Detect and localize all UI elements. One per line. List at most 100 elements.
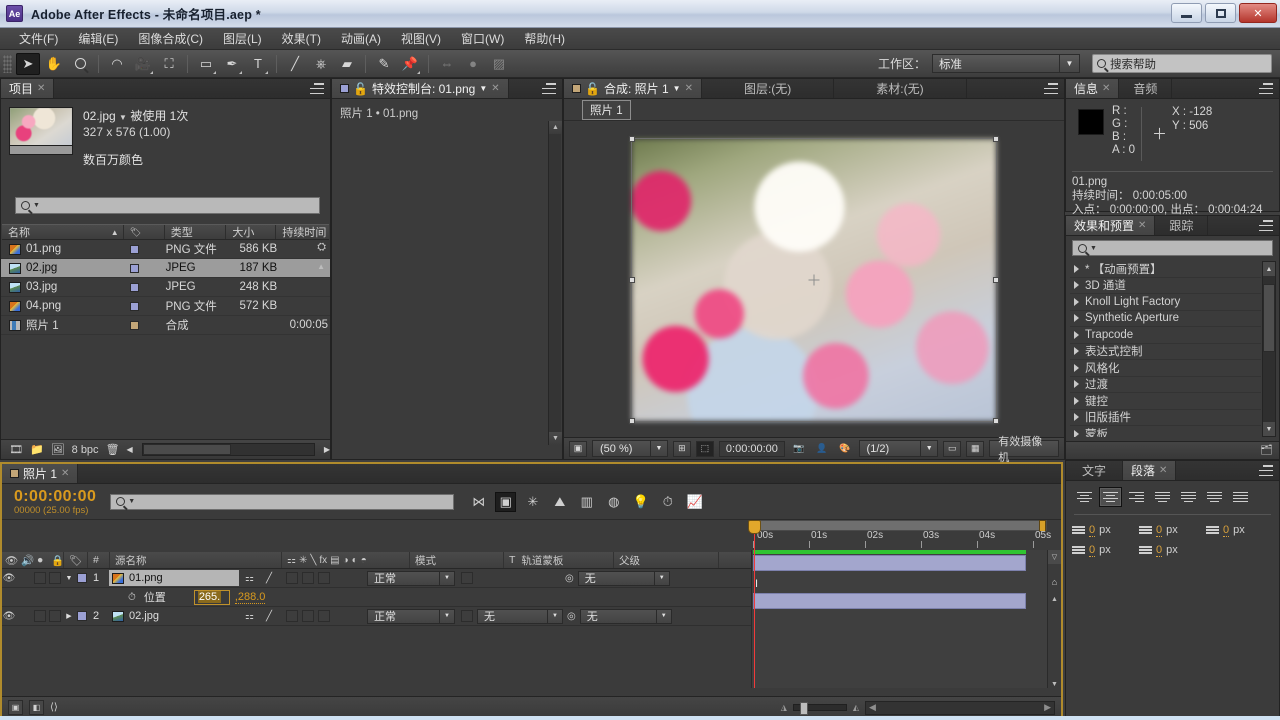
table-row[interactable]: 02.jpg JPEG 187 KB	[1, 259, 330, 278]
close-icon[interactable]: ✕	[37, 83, 45, 94]
align-left-button[interactable]	[1073, 487, 1096, 507]
chevron-right-icon[interactable]	[1074, 347, 1079, 356]
close-icon[interactable]: ✕	[491, 83, 499, 94]
scroll-up-icon[interactable]: ▲	[549, 121, 562, 134]
pen-tool-icon[interactable]: ✒	[220, 53, 244, 75]
zoom-in-icon[interactable]: ◭	[853, 703, 859, 712]
chevron-right-icon[interactable]	[1074, 363, 1079, 372]
scroll-down-icon[interactable]: ▼	[549, 432, 562, 445]
column-size[interactable]: 大小	[226, 225, 277, 239]
resize-handle-r[interactable]	[993, 276, 999, 283]
column-duration[interactable]: 持续时间	[276, 225, 329, 239]
new-footage-icon[interactable]: 🖼	[51, 443, 65, 456]
video-toggle-icon[interactable]: 👁	[2, 573, 16, 584]
column-label-swatch[interactable]: 🏷	[124, 225, 165, 239]
three-d-switch[interactable]	[318, 610, 330, 622]
panel-menu-icon[interactable]	[310, 83, 324, 94]
maximize-button[interactable]	[1205, 3, 1236, 23]
layer-clip-bar[interactable]	[753, 593, 1026, 609]
panel-menu-icon[interactable]	[1259, 220, 1273, 231]
effects-tree[interactable]: * 【动画预置】 3D 通道 Knoll Light Factory Synth…	[1070, 261, 1261, 437]
effects-search-input[interactable]: ▼	[1072, 240, 1273, 256]
selection-tool-icon[interactable]: ➤	[16, 52, 40, 75]
list-item[interactable]: Trapcode	[1070, 327, 1261, 344]
indent-first-line-field[interactable]: 0 px	[1205, 521, 1273, 539]
table-row[interactable]: 01.png PNG 文件 586 KB	[1, 240, 330, 259]
tab-paragraph[interactable]: 段落 ✕	[1123, 461, 1177, 480]
position-y-value[interactable]: ,288.0	[234, 591, 266, 604]
label-swatch[interactable]	[130, 320, 140, 330]
panel-menu-icon[interactable]	[1259, 83, 1273, 94]
menu-effect[interactable]: 效果(T)	[273, 27, 330, 50]
new-folder-icon[interactable]: 🗂	[1260, 445, 1273, 456]
list-item[interactable]: 表达式控制	[1070, 344, 1261, 360]
lock-icon[interactable]: 🔓	[585, 82, 600, 96]
resolution-select[interactable]: (1/2) ▼	[858, 440, 939, 457]
mode-select[interactable]: 正常 ▼	[367, 570, 455, 586]
layer-property-row[interactable]: ⏱ 位置 265. ,288.0	[2, 588, 751, 607]
chevron-down-icon[interactable]: ▼	[479, 84, 487, 93]
anchor-point-icon[interactable]	[808, 274, 820, 285]
tab-composition[interactable]: 🔓 合成: 照片 1 ▼ ✕	[564, 79, 702, 98]
puppet-pin-tool-icon[interactable]: 📌	[398, 53, 422, 75]
tab-effect-controls[interactable]: 🔓 特效控制台: 01.png ▼ ✕	[332, 79, 509, 98]
indent-left-field[interactable]: 0 px	[1072, 521, 1139, 539]
resize-handle-br[interactable]	[993, 417, 999, 424]
column-name[interactable]: 名称 ▲	[2, 225, 124, 239]
mode-header[interactable]: 模式	[410, 552, 504, 568]
menu-file[interactable]: 文件(F)	[10, 27, 67, 50]
scroll-up-icon[interactable]: ▲	[1048, 596, 1061, 603]
graph-editor-icon[interactable]: 📈	[684, 492, 705, 512]
roto-brush-tool-icon[interactable]: ✎	[372, 53, 396, 75]
chevron-down-icon[interactable]: ▼	[33, 202, 40, 209]
chevron-right-icon[interactable]	[1074, 380, 1079, 389]
work-area-bar[interactable]	[751, 520, 1047, 533]
color-depth-label[interactable]: 8 bpc	[72, 444, 99, 456]
space-before-field[interactable]: 0 px	[1072, 541, 1139, 559]
menu-animation[interactable]: 动画(A)	[332, 27, 390, 50]
timeline-search-input[interactable]: ▼	[110, 493, 455, 510]
close-icon[interactable]: ✕	[1138, 220, 1146, 231]
comp-render-toggle-icon[interactable]: ◧	[29, 700, 44, 715]
effects-scrollbar[interactable]: ▲ ▼	[1262, 261, 1276, 437]
close-icon[interactable]: ✕	[1102, 83, 1110, 94]
close-icon[interactable]: ✕	[685, 83, 693, 94]
chevron-right-icon[interactable]	[1074, 413, 1079, 422]
chevron-down-icon[interactable]: ▼	[128, 498, 135, 505]
layer-name-cell[interactable]: 02.jpg	[109, 608, 239, 624]
scroll-up-icon[interactable]: ▲	[317, 262, 325, 271]
menu-window[interactable]: 窗口(W)	[452, 27, 513, 50]
list-item[interactable]: 过渡	[1070, 377, 1261, 393]
show-snapshot-icon[interactable]: 👤	[813, 441, 831, 457]
chevron-down-icon[interactable]: ▼	[119, 113, 127, 122]
auto-keyframe-icon[interactable]: ⏱	[657, 492, 678, 512]
collapse-transformations-icon[interactable]: ⛰	[549, 492, 570, 512]
active-camera-select[interactable]: 有效摄像机	[989, 436, 1059, 464]
menu-layer[interactable]: 图层(L)	[214, 27, 271, 50]
resize-handle-tl[interactable]	[629, 135, 635, 142]
align-center-button[interactable]	[1099, 487, 1122, 507]
justify-last-center-button[interactable]	[1177, 487, 1200, 507]
resize-handle-bl[interactable]	[629, 417, 635, 424]
composition-mini-flowchart-icon[interactable]: ⋈	[468, 492, 489, 512]
list-item[interactable]: 键控	[1070, 393, 1261, 410]
composition-viewer[interactable]	[564, 122, 1064, 437]
resize-handle-l[interactable]	[629, 276, 635, 283]
table-row[interactable]: 03.jpg JPEG 248 KB	[1, 278, 330, 297]
delete-icon[interactable]: 🗑	[106, 443, 120, 456]
toggle-transparency-icon[interactable]: ▦	[966, 440, 985, 457]
close-icon[interactable]: ✕	[1159, 465, 1167, 476]
close-button[interactable]: ✕	[1239, 3, 1277, 23]
label-swatch[interactable]	[130, 301, 140, 311]
quality-switch-icon[interactable]: ╱	[266, 573, 272, 584]
label-swatch[interactable]	[130, 282, 140, 292]
list-item[interactable]: Synthetic Aperture	[1070, 311, 1261, 327]
expand-caret-icon[interactable]: ▼	[61, 575, 77, 582]
solo-toggle[interactable]	[34, 572, 46, 584]
list-item[interactable]: 蒙板	[1070, 426, 1261, 437]
table-row[interactable]: 照片 1 合成 0:00:05	[1, 316, 330, 335]
stopwatch-icon[interactable]: ⏱	[128, 592, 136, 603]
motion-blur-switch[interactable]	[302, 572, 314, 584]
zoom-out-icon[interactable]: ◮	[781, 703, 787, 712]
shape-tool-icon[interactable]: ▭	[194, 53, 218, 75]
